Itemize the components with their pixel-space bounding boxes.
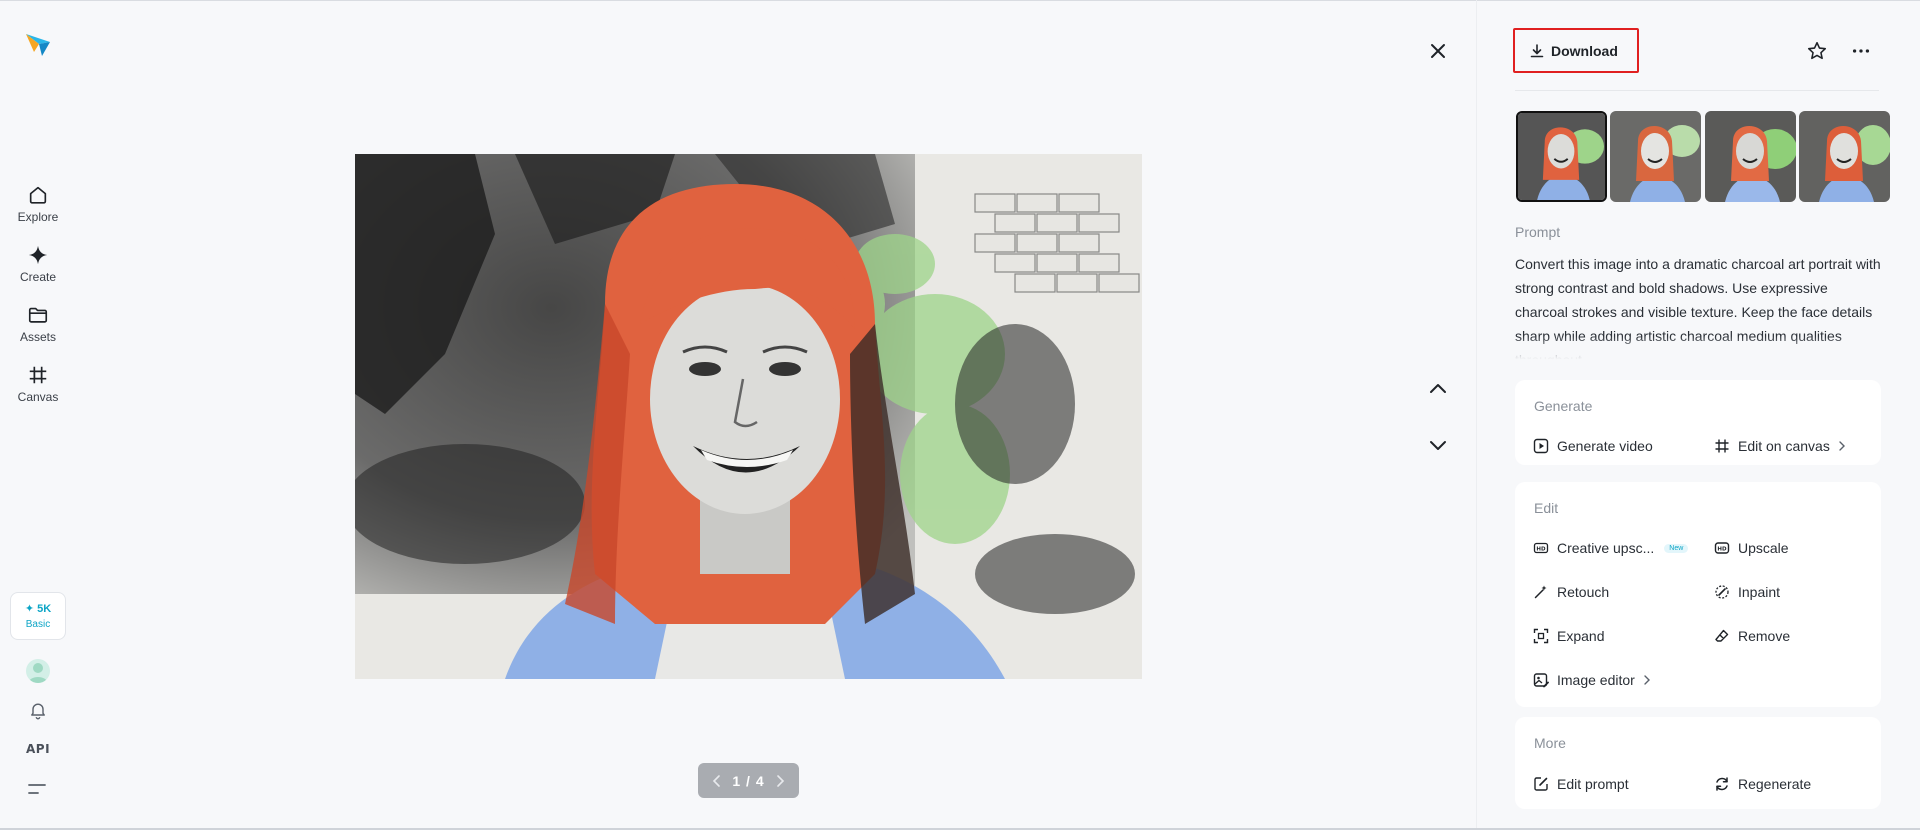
action-label: Edit prompt: [1557, 776, 1629, 792]
eraser-icon: [1715, 629, 1729, 642]
action-label: Generate video: [1557, 438, 1653, 454]
download-icon: [1530, 43, 1544, 57]
edit-prompt-icon: [1534, 777, 1548, 791]
menu-icon[interactable]: [28, 782, 46, 796]
download-button[interactable]: Download: [1513, 28, 1639, 73]
sidebar-item-label: Create: [19, 270, 57, 284]
star-icon[interactable]: [1806, 40, 1828, 62]
page-indicator: 1 / 4: [732, 772, 765, 789]
edit-on-canvas-button[interactable]: Edit on canvas: [1714, 435, 1848, 457]
panel-divider: [1476, 0, 1477, 828]
chevron-up-icon[interactable]: [1425, 376, 1451, 402]
new-badge: New: [1664, 543, 1689, 553]
more-options-icon[interactable]: [1850, 40, 1872, 62]
home-icon: [29, 186, 47, 204]
remove-button[interactable]: Remove: [1714, 625, 1790, 647]
chevron-right-icon: [1839, 441, 1845, 451]
inpaint-brush-icon: [1715, 585, 1729, 599]
thumbnail-1[interactable]: [1516, 111, 1607, 202]
expand-icon: [1533, 628, 1549, 644]
regenerate-icon: [1716, 777, 1728, 791]
upscale-button[interactable]: HD Upscale: [1714, 537, 1789, 559]
left-sidebar: Explore Create Assets Canvas ✦ 5K Basic …: [0, 0, 76, 830]
sidebar-item-label: Explore: [17, 210, 59, 224]
action-label: Inpaint: [1738, 584, 1781, 600]
generate-video-button[interactable]: Generate video: [1533, 435, 1653, 457]
sidebar-item-create[interactable]: Create: [8, 238, 68, 290]
download-label: Download: [1551, 42, 1618, 59]
thumbnail-2[interactable]: [1610, 111, 1701, 202]
canvas-grid-icon: [1715, 439, 1729, 453]
sparkle-icon: [28, 245, 48, 265]
image-editor-button[interactable]: Image editor: [1533, 669, 1653, 691]
prompt-title: Prompt: [1515, 224, 1561, 240]
app-logo[interactable]: [22, 28, 54, 60]
top-border: [0, 0, 1920, 1]
action-label: Image editor: [1557, 672, 1635, 688]
avatar[interactable]: [26, 659, 50, 683]
action-label: Regenerate: [1738, 776, 1812, 792]
edit-section-title: Edit: [1534, 500, 1559, 516]
close-icon[interactable]: [1425, 38, 1451, 64]
expand-button[interactable]: Expand: [1533, 625, 1604, 647]
sidebar-item-label: Canvas: [17, 390, 59, 404]
retouch-button[interactable]: Retouch: [1533, 581, 1609, 603]
thumbnail-4[interactable]: [1799, 111, 1890, 202]
action-label: Edit on canvas: [1738, 438, 1830, 454]
main-image: [355, 154, 1142, 679]
divider: [1515, 90, 1879, 91]
edit-prompt-button[interactable]: Edit prompt: [1533, 773, 1629, 795]
chevron-down-icon[interactable]: [1425, 432, 1451, 458]
hd-sparkle-icon: HD: [1533, 542, 1549, 554]
api-link[interactable]: API: [26, 742, 50, 756]
chevron-left-icon[interactable]: [710, 774, 724, 788]
hd-icon: HD: [1714, 542, 1730, 554]
svg-text:HD: HD: [1717, 547, 1727, 553]
sidebar-item-explore[interactable]: Explore: [8, 178, 68, 230]
thumbnail-3[interactable]: [1705, 111, 1796, 202]
action-label: Remove: [1738, 628, 1791, 644]
image-pager: 1 / 4: [698, 763, 799, 798]
svg-text:HD: HD: [1536, 547, 1546, 553]
more-section-title: More: [1534, 735, 1566, 751]
magic-wand-icon: [1534, 585, 1547, 599]
generate-card: Generate Generate video Edit on canvas: [1515, 380, 1881, 465]
canvas-grid-icon: [29, 366, 47, 384]
prompt-text: Convert this image into a dramatic charc…: [1515, 252, 1881, 362]
bell-icon[interactable]: [28, 700, 48, 720]
folder-icon: [28, 307, 48, 323]
sidebar-item-canvas[interactable]: Canvas: [8, 358, 68, 410]
plan-label: Basic: [25, 619, 51, 630]
sidebar-item-assets[interactable]: Assets: [8, 298, 68, 350]
chevron-right-icon: [1644, 675, 1650, 685]
generate-section-title: Generate: [1534, 398, 1593, 414]
prompt-text-content: Convert this image into a dramatic charc…: [1515, 256, 1881, 362]
regenerate-button[interactable]: Regenerate: [1714, 773, 1811, 795]
more-card: More Edit prompt Regenerate: [1515, 717, 1881, 809]
creative-upscale-button[interactable]: HD Creative upsc... New: [1533, 537, 1689, 559]
play-square-icon: [1533, 438, 1549, 454]
action-label: Retouch: [1557, 584, 1610, 600]
inpaint-button[interactable]: Inpaint: [1714, 581, 1780, 603]
sidebar-item-label: Assets: [19, 330, 56, 344]
action-label: Expand: [1557, 628, 1605, 644]
credits-amount: ✦ 5K: [24, 603, 52, 615]
credits-badge[interactable]: ✦ 5K Basic: [10, 592, 66, 640]
chevron-right-icon[interactable]: [773, 774, 787, 788]
action-label: Creative upsc...: [1557, 540, 1655, 556]
edit-card: Edit HD Creative upsc... New HD Upscale …: [1515, 482, 1881, 707]
action-label: Upscale: [1738, 540, 1789, 556]
image-edit-icon: [1533, 673, 1549, 688]
